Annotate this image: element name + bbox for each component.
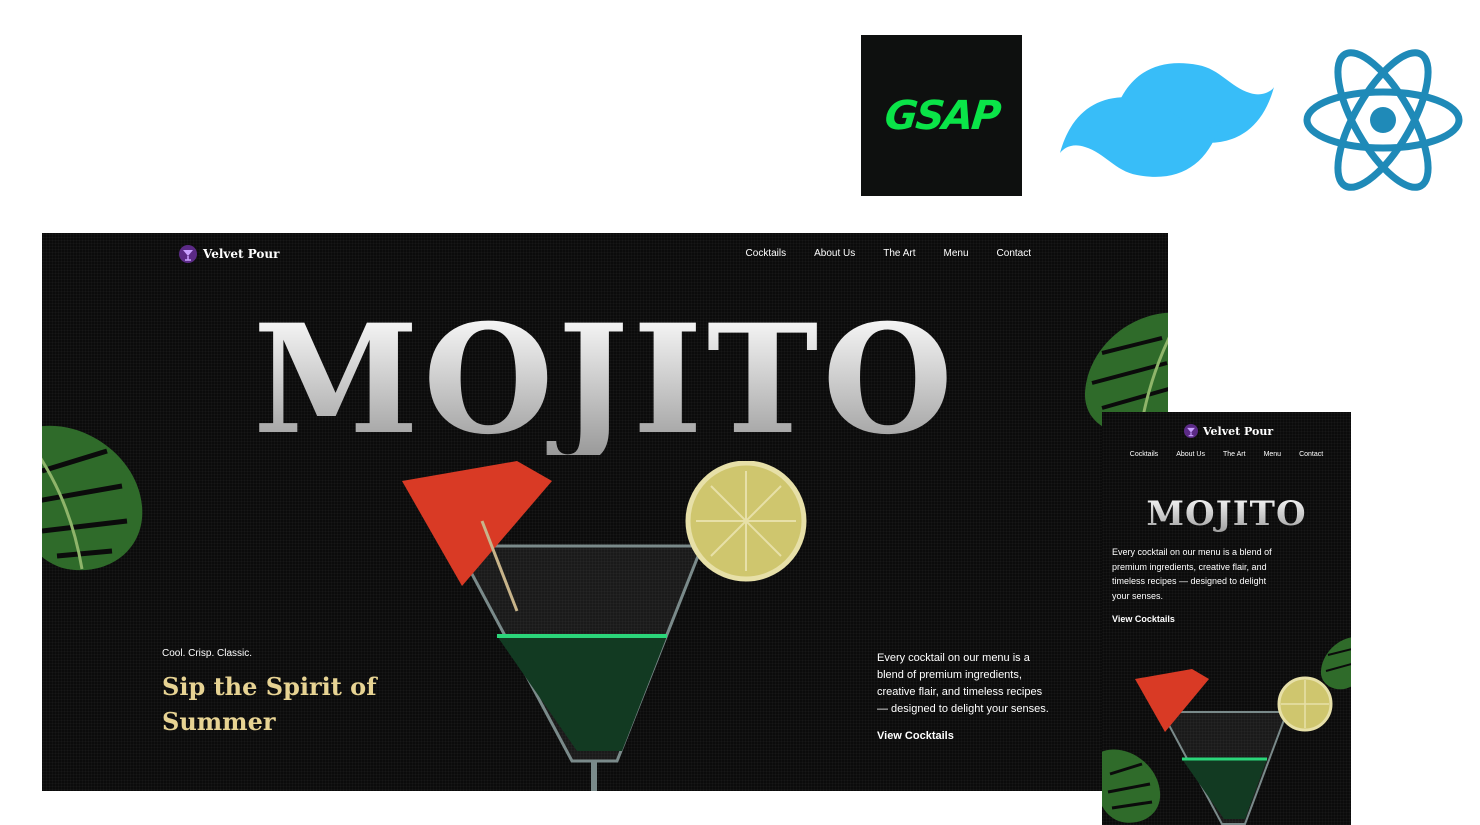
react-icon: [1303, 49, 1463, 191]
nav-link-about-us[interactable]: About Us: [814, 248, 855, 259]
gsap-logo-text: GSAP: [882, 92, 1001, 139]
nav-link-contact[interactable]: Contact: [1299, 451, 1323, 458]
mobile-preview: Velvet Pour Cocktails About Us The Art M…: [1102, 412, 1351, 825]
monstera-leaf-left: [1102, 749, 1161, 823]
nav-link-cocktails[interactable]: Cocktails: [746, 248, 787, 259]
cocktail-logo-icon: [179, 245, 197, 263]
nav-link-about-us[interactable]: About Us: [1176, 451, 1205, 458]
nav-link-cocktails[interactable]: Cocktails: [1130, 451, 1158, 458]
view-cocktails-link[interactable]: View Cocktails: [877, 730, 954, 742]
hero-description: Every cocktail on our menu is a blend of…: [1112, 547, 1272, 601]
hero-description: Every cocktail on our menu is a blend of…: [877, 652, 1049, 715]
cocktail-logo-icon: [1184, 424, 1198, 438]
nav-links: Cocktails About Us The Art Menu Contact: [746, 248, 1031, 259]
brand-name: Velvet Pour: [1203, 424, 1274, 438]
brand[interactable]: Velvet Pour: [179, 245, 279, 263]
nav-link-menu[interactable]: Menu: [944, 248, 969, 259]
tailwind-icon: [1060, 63, 1274, 177]
tagline-big: Sip the Spirit of Summer: [162, 672, 377, 736]
main-nav: Velvet Pour Cocktails About Us The Art M…: [42, 233, 1168, 277]
nav-link-the-art[interactable]: The Art: [1223, 451, 1246, 458]
desktop-preview: Velvet Pour Cocktails About Us The Art M…: [42, 233, 1168, 791]
hero-title: MOJITO: [1102, 494, 1351, 534]
brand-name: Velvet Pour: [203, 247, 280, 261]
brand[interactable]: Velvet Pour: [1184, 424, 1273, 438]
mobile-nav: Cocktails About Us The Art Menu Contact: [1102, 451, 1351, 458]
nav-link-contact[interactable]: Contact: [997, 248, 1031, 259]
cocktail-glass-image: [402, 461, 807, 791]
view-cocktails-link[interactable]: View Cocktails: [1112, 614, 1175, 624]
tagline-small: Cool. Crisp. Classic.: [162, 648, 253, 659]
gsap-logo: GSAP: [861, 35, 1022, 196]
hero-title: MOJITO: [42, 305, 1168, 455]
nav-link-menu[interactable]: Menu: [1264, 451, 1282, 458]
nav-link-the-art[interactable]: The Art: [883, 248, 915, 259]
